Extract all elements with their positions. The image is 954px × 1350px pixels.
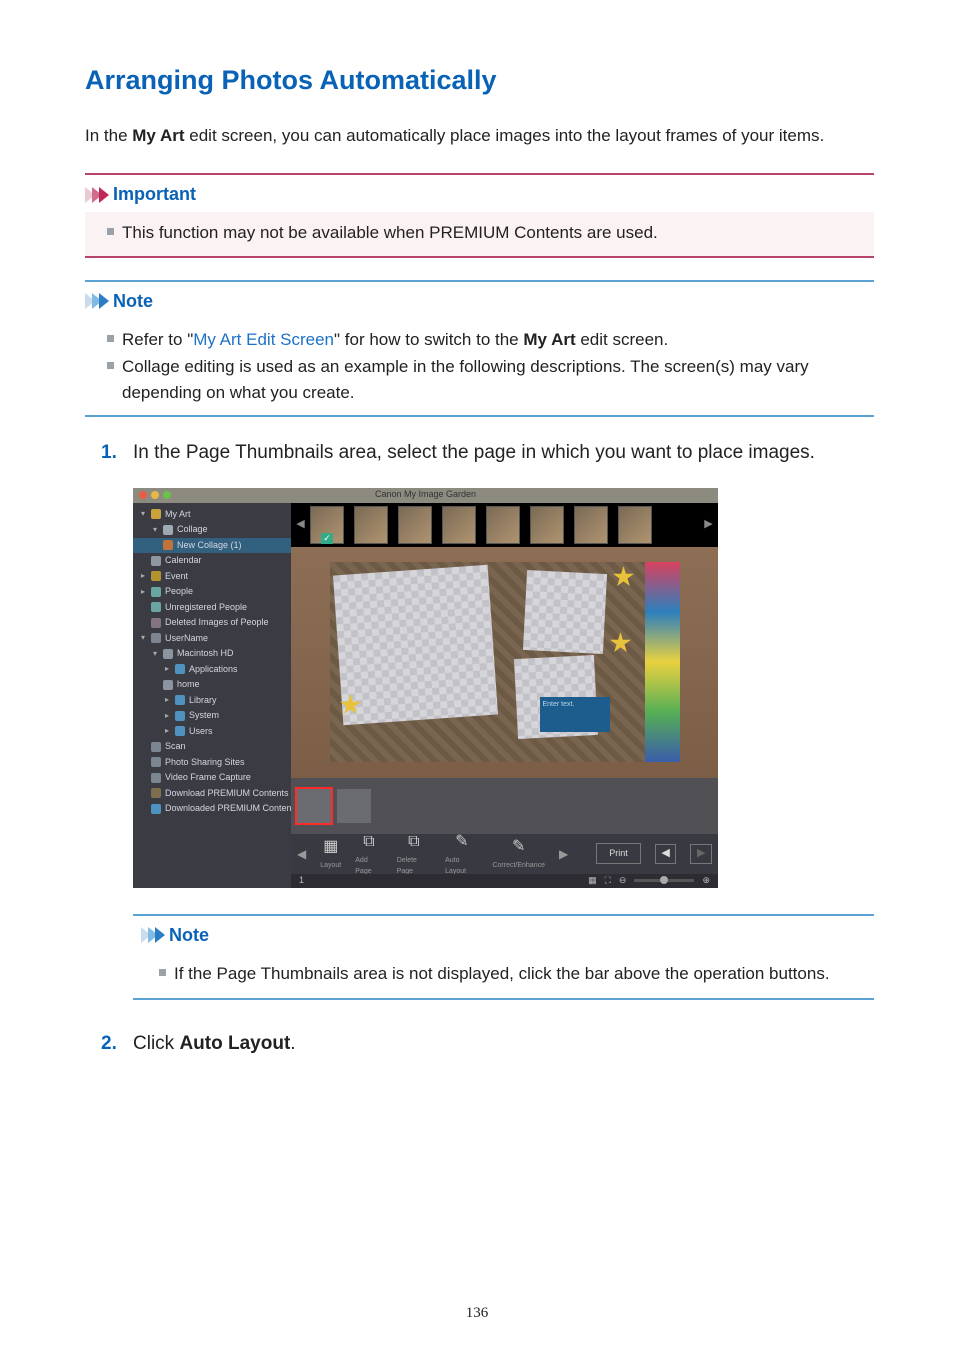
arrows-icon bbox=[85, 187, 106, 203]
page-title: Arranging Photos Automatically bbox=[85, 60, 874, 101]
note-callout: Note Refer to "My Art Edit Screen" for h… bbox=[85, 280, 874, 418]
view-grid-icon[interactable]: ▦ bbox=[588, 874, 597, 888]
arrows-icon bbox=[85, 293, 106, 309]
titlebar: Canon My Image Garden bbox=[133, 488, 718, 503]
toolbar-prev-button[interactable]: ◀ bbox=[297, 845, 306, 863]
intro-text-before: In the bbox=[85, 126, 132, 145]
candidate-thumb[interactable] bbox=[310, 506, 344, 544]
candidate-thumbnails: ◀ ▶ bbox=[291, 503, 718, 547]
square-bullet-icon bbox=[107, 228, 114, 235]
intro-my-art: My Art bbox=[132, 126, 184, 145]
step-2-text-after: . bbox=[290, 1033, 295, 1054]
window-title: Canon My Image Garden bbox=[133, 488, 718, 502]
zoom-slider[interactable] bbox=[634, 879, 694, 882]
intro-text-after: edit screen, you can automatically place… bbox=[185, 126, 825, 145]
delete-page-button[interactable]: ⧉Delete Page bbox=[397, 830, 431, 877]
step-2-text-before: Click bbox=[133, 1033, 179, 1054]
text-placeholder[interactable]: Enter text. bbox=[540, 697, 610, 732]
star-icon bbox=[613, 566, 635, 588]
candidate-thumb[interactable] bbox=[618, 506, 652, 544]
step-1: In the Page Thumbnails area, select the … bbox=[101, 439, 874, 1000]
inner-note-callout: Note If the Page Thumbnails area is not … bbox=[133, 914, 874, 1001]
note-label: Note bbox=[113, 288, 153, 315]
auto-layout-button[interactable]: ✎Auto Layout bbox=[445, 830, 478, 877]
zoom-in-icon[interactable]: ⊕ bbox=[702, 874, 710, 888]
step-1-text: In the Page Thumbnails area, select the … bbox=[133, 442, 815, 463]
candidate-thumb[interactable] bbox=[574, 506, 608, 544]
sidebar-item-new-collage[interactable]: New Collage (1) bbox=[133, 538, 291, 554]
candidate-thumb[interactable] bbox=[398, 506, 432, 544]
page-number: 136 bbox=[0, 1302, 954, 1325]
page-thumbnails-area[interactable] bbox=[291, 778, 718, 834]
app-screenshot: Canon My Image Garden ▾My Art ▾Collage N… bbox=[133, 488, 718, 888]
layout-button[interactable]: ▦Layout bbox=[320, 835, 341, 872]
step-2-auto-layout: Auto Layout bbox=[179, 1033, 290, 1054]
status-count: 1 bbox=[299, 874, 304, 888]
intro-paragraph: In the My Art edit screen, you can autom… bbox=[85, 123, 874, 149]
note-item-2: Collage editing is used as an example in… bbox=[122, 354, 874, 405]
correct-enhance-button[interactable]: ✎Correct/Enhance bbox=[492, 835, 545, 872]
important-callout: Important This function may not be avail… bbox=[85, 173, 874, 258]
arrows-icon bbox=[141, 927, 162, 943]
important-item-1: This function may not be available when … bbox=[122, 220, 658, 246]
important-label: Important bbox=[113, 181, 196, 208]
view-fit-icon[interactable]: ⛶ bbox=[605, 874, 611, 888]
note-item-1: Refer to "My Art Edit Screen" for how to… bbox=[122, 327, 668, 353]
add-page-button[interactable]: ⧉Add Page bbox=[355, 830, 382, 877]
square-bullet-icon bbox=[107, 362, 114, 369]
candidate-thumb[interactable] bbox=[530, 506, 564, 544]
candidate-thumb[interactable] bbox=[354, 506, 388, 544]
note-label: Note bbox=[169, 922, 209, 949]
editor-canvas[interactable]: Enter text. bbox=[291, 547, 718, 778]
prev-thumb-button[interactable]: ◀ bbox=[297, 507, 304, 543]
candidate-thumb[interactable] bbox=[442, 506, 476, 544]
operation-toolbar: ◀ ▦Layout ⧉Add Page ⧉Delete Page ✎Auto L… bbox=[291, 834, 718, 874]
square-bullet-icon bbox=[107, 335, 114, 342]
inner-note-item-1: If the Page Thumbnails area is not displ… bbox=[174, 961, 830, 987]
star-icon bbox=[610, 632, 632, 654]
next-thumb-button[interactable]: ▶ bbox=[705, 507, 712, 543]
step-2: Click Auto Layout. bbox=[101, 1030, 874, 1059]
toolbar-next-button[interactable]: ▶ bbox=[559, 845, 568, 863]
zoom-out-icon[interactable]: ⊖ bbox=[619, 874, 627, 888]
print-button[interactable]: Print bbox=[596, 843, 641, 865]
square-bullet-icon bbox=[159, 969, 166, 976]
layout-frame[interactable] bbox=[522, 570, 606, 654]
page-thumbnail[interactable] bbox=[297, 789, 331, 823]
back-button[interactable]: ◀ bbox=[655, 844, 677, 864]
color-stripe-decoration bbox=[645, 562, 680, 762]
candidate-thumb[interactable] bbox=[486, 506, 520, 544]
sidebar-tree[interactable]: ▾My Art ▾Collage New Collage (1) Calenda… bbox=[133, 503, 291, 888]
status-bar: 1 ▦ ⛶ ⊖ ⊕ bbox=[291, 874, 718, 888]
page-thumbnail[interactable] bbox=[337, 789, 371, 823]
layout-frame[interactable] bbox=[332, 565, 497, 725]
forward-button[interactable]: ▶ bbox=[690, 844, 712, 864]
my-art-edit-screen-link[interactable]: My Art Edit Screen bbox=[193, 330, 334, 349]
